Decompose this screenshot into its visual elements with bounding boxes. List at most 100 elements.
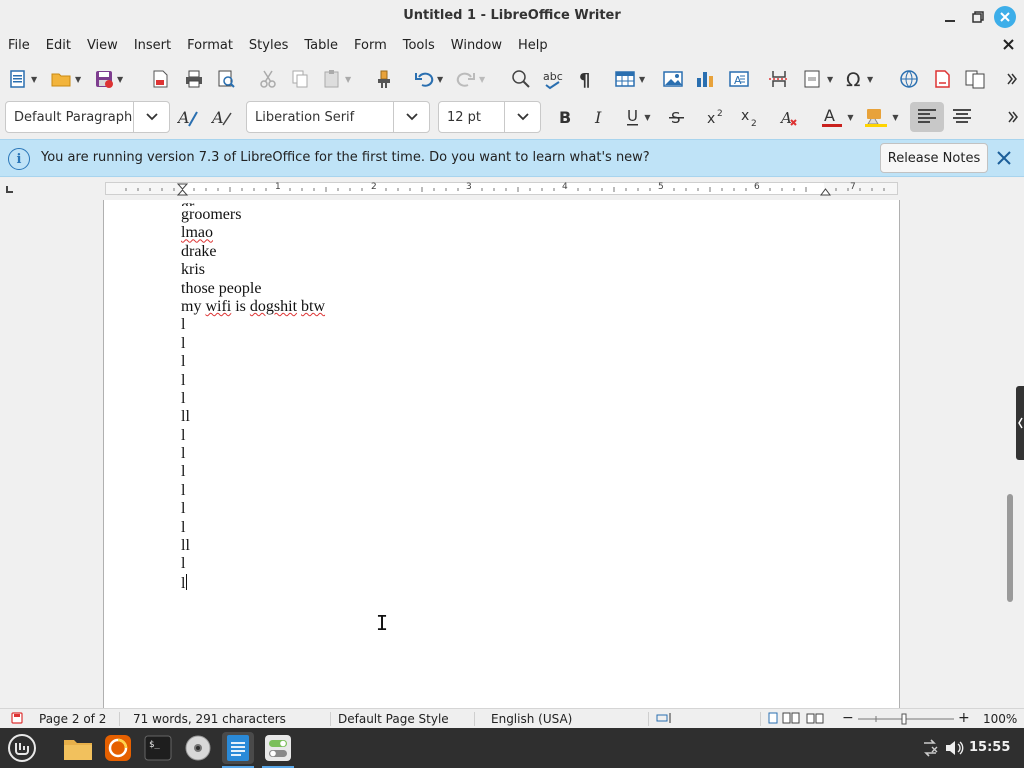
chevron-down-icon[interactable]: ▼ bbox=[117, 75, 123, 84]
align-center-button[interactable] bbox=[948, 104, 976, 130]
underline-button[interactable]: U ▼ bbox=[618, 104, 658, 130]
print-button[interactable] bbox=[184, 66, 204, 92]
insert-field-button[interactable]: ▼ bbox=[802, 66, 833, 92]
text-line[interactable]: lmao bbox=[181, 224, 325, 242]
book-view-icon[interactable] bbox=[806, 712, 824, 727]
chevron-down-icon[interactable] bbox=[133, 102, 169, 132]
volume-control[interactable] bbox=[938, 732, 970, 764]
disc-launcher[interactable] bbox=[182, 732, 214, 764]
start-menu-button[interactable] bbox=[6, 732, 38, 764]
close-document-button[interactable] bbox=[1003, 38, 1014, 54]
font-color-button[interactable]: A ▼ bbox=[814, 104, 860, 130]
italic-button[interactable]: I bbox=[586, 104, 612, 130]
writer-window-button[interactable] bbox=[222, 732, 254, 768]
close-window-button[interactable] bbox=[994, 6, 1016, 28]
scrollbar-thumb[interactable] bbox=[1007, 494, 1013, 602]
menu-format[interactable]: Format bbox=[179, 34, 241, 58]
chevron-down-icon[interactable]: ▼ bbox=[31, 75, 37, 84]
chevron-down-icon[interactable]: ▼ bbox=[639, 75, 645, 84]
menu-edit[interactable]: Edit bbox=[38, 34, 79, 58]
chevron-down-icon[interactable] bbox=[504, 102, 540, 132]
chevron-down-icon[interactable]: ▼ bbox=[867, 75, 873, 84]
terminal-launcher[interactable]: $_ bbox=[142, 732, 174, 764]
chevron-down-icon[interactable]: ▼ bbox=[892, 113, 898, 122]
text-line[interactable]: ll bbox=[181, 408, 325, 426]
text-line[interactable]: l bbox=[181, 573, 325, 592]
menu-help[interactable]: Help bbox=[510, 34, 556, 58]
files-launcher[interactable] bbox=[62, 732, 94, 764]
text-line[interactable]: l bbox=[181, 316, 325, 334]
chevron-down-icon[interactable]: ▼ bbox=[847, 113, 853, 122]
minimize-button[interactable] bbox=[940, 7, 960, 27]
insert-image-button[interactable] bbox=[662, 66, 684, 92]
paragraph-style-combo[interactable]: Default Paragraph bbox=[5, 101, 170, 133]
text-line[interactable]: l bbox=[181, 519, 325, 537]
last-line-text[interactable]: l bbox=[181, 575, 185, 592]
open-button[interactable]: ▼ bbox=[50, 66, 81, 92]
menu-file[interactable]: File bbox=[0, 34, 38, 58]
insert-table-button[interactable]: ▼ bbox=[614, 66, 645, 92]
insert-mode-icon[interactable] bbox=[656, 712, 674, 727]
bold-button[interactable]: B bbox=[552, 104, 578, 130]
insert-page-break-button[interactable] bbox=[768, 66, 790, 92]
redo-button[interactable]: ▼ bbox=[456, 66, 485, 92]
formatting-marks-button[interactable]: ¶ bbox=[576, 66, 596, 92]
export-pdf-button[interactable] bbox=[150, 66, 170, 92]
chevron-down-icon[interactable]: ▼ bbox=[644, 113, 650, 122]
insert-footnote-button[interactable] bbox=[932, 66, 952, 92]
chevron-down-icon[interactable] bbox=[393, 102, 429, 132]
text-line[interactable]: ll bbox=[181, 537, 325, 555]
vertical-scrollbar[interactable] bbox=[1005, 178, 1015, 708]
misspelled-word[interactable]: dogshit bbox=[250, 298, 297, 315]
chevron-down-icon[interactable]: ▼ bbox=[437, 75, 443, 84]
zoom-in-button[interactable]: + bbox=[958, 710, 970, 726]
horizontal-ruler[interactable]: 1 2 3 4 5 6 7 bbox=[105, 182, 898, 196]
zoom-out-button[interactable]: − bbox=[842, 710, 854, 726]
multi-page-view-icon[interactable] bbox=[782, 712, 800, 727]
insert-endnote-button[interactable] bbox=[964, 66, 988, 92]
chevron-down-icon[interactable]: ▼ bbox=[479, 75, 485, 84]
text-line[interactable]: l bbox=[181, 353, 325, 371]
word-count[interactable]: 71 words, 291 characters bbox=[133, 712, 286, 726]
misspelled-word[interactable]: lmao bbox=[181, 224, 213, 241]
text-line[interactable]: my wifi is dogshit btw bbox=[181, 298, 325, 316]
menu-view[interactable]: View bbox=[79, 34, 126, 58]
insert-textbox-button[interactable]: A bbox=[728, 66, 750, 92]
misspelled-word[interactable]: btw bbox=[301, 298, 325, 315]
release-notes-button[interactable]: Release Notes bbox=[880, 143, 988, 173]
tab-stop-type-selector[interactable] bbox=[6, 186, 13, 193]
undo-button[interactable]: ▼ bbox=[414, 66, 443, 92]
font-size-combo[interactable]: 12 pt bbox=[438, 101, 541, 133]
text-line[interactable]: groomers bbox=[181, 206, 325, 224]
text-line[interactable]: those people bbox=[181, 280, 325, 298]
paste-button[interactable]: ▼ bbox=[322, 66, 351, 92]
clear-formatting-button[interactable]: A bbox=[776, 104, 804, 130]
insert-chart-button[interactable] bbox=[694, 66, 716, 92]
copy-button[interactable] bbox=[290, 66, 310, 92]
text-line[interactable]: l bbox=[181, 500, 325, 518]
save-button[interactable]: ▼ bbox=[94, 66, 123, 92]
new-style-button[interactable]: A bbox=[209, 104, 237, 130]
more-formatting-button[interactable] bbox=[1006, 104, 1020, 130]
chevron-down-icon[interactable]: ▼ bbox=[827, 75, 833, 84]
menu-insert[interactable]: Insert bbox=[126, 34, 179, 58]
text-line[interactable]: l bbox=[181, 555, 325, 573]
more-toolbar-button[interactable] bbox=[1006, 66, 1018, 92]
font-name-combo[interactable]: Liberation Serif bbox=[246, 101, 430, 133]
superscript-button[interactable]: x2 bbox=[704, 104, 730, 130]
single-page-view-icon[interactable] bbox=[768, 712, 778, 727]
align-left-button[interactable] bbox=[910, 102, 944, 132]
text-line[interactable]: l bbox=[181, 445, 325, 463]
text-line[interactable]: l bbox=[181, 463, 325, 481]
document-page[interactable]: gr groomers lmao drake kris those people… bbox=[103, 198, 900, 708]
document-text[interactable]: gr groomers lmao drake kris those people… bbox=[181, 198, 325, 592]
zoom-slider[interactable] bbox=[856, 713, 956, 725]
update-style-button[interactable]: A bbox=[175, 104, 203, 130]
highlight-color-button[interactable]: ▼ bbox=[858, 104, 904, 130]
language[interactable]: English (USA) bbox=[491, 712, 572, 726]
menu-table[interactable]: Table bbox=[296, 34, 346, 58]
cut-button[interactable] bbox=[258, 66, 278, 92]
spelling-button[interactable]: abc bbox=[542, 66, 568, 92]
text-line[interactable]: l bbox=[181, 372, 325, 390]
insert-hyperlink-button[interactable] bbox=[898, 66, 920, 92]
